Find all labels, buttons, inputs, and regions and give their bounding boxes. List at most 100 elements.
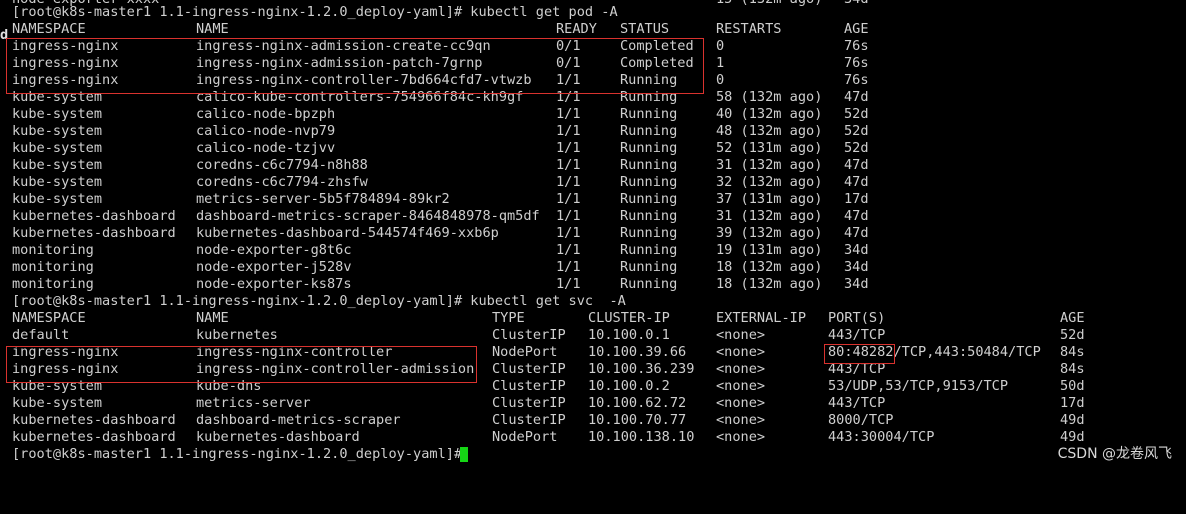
cell-ready: 1/1 bbox=[556, 259, 581, 275]
cell-status: Running bbox=[620, 157, 678, 173]
cell-namespace: monitoring bbox=[12, 259, 94, 275]
cell-type: ClusterIP bbox=[492, 361, 566, 377]
cell-name: ingress-nginx-admission-patch-7grnp bbox=[196, 55, 483, 71]
cell-status: Running bbox=[620, 191, 678, 207]
col-ready: READY bbox=[556, 21, 597, 37]
cell-restarts: 18 (132m ago) bbox=[716, 276, 823, 292]
cell-age: 34d bbox=[844, 276, 869, 292]
cell-restarts: 0 bbox=[716, 38, 725, 54]
pods-table-header: NAMESPACE NAME READY STATUS RESTARTS AGE bbox=[0, 21, 1186, 38]
table-row: default kubernetes ClusterIP 10.100.0.1 <non… bbox=[0, 327, 1186, 344]
cell-ports: 443/TCP bbox=[828, 395, 886, 411]
cell-cluster-ip: 10.100.0.1 bbox=[588, 327, 670, 343]
cell-namespace: monitoring bbox=[12, 242, 94, 258]
cell-namespace: kube-system bbox=[12, 191, 103, 207]
cell-restarts: 19 (131m ago) bbox=[716, 242, 823, 258]
cell-ready: 1/1 bbox=[556, 191, 581, 207]
col-namespace: NAMESPACE bbox=[12, 310, 86, 326]
cell-cluster-ip: 10.100.62.72 bbox=[588, 395, 687, 411]
cell-status: Running bbox=[620, 225, 678, 241]
col-name: NAME bbox=[196, 310, 229, 326]
col-age: AGE bbox=[844, 21, 869, 37]
cell-status: Completed bbox=[620, 38, 694, 54]
table-row: kube-system calico-node-nvp79 1/1 Running 48… bbox=[0, 123, 1186, 140]
cell-ready: 1/1 bbox=[556, 157, 581, 173]
table-row: ingress-nginx ingress-nginx-admission-cre… bbox=[0, 38, 1186, 55]
cell-name: calico-node-tzjvv bbox=[196, 140, 336, 156]
cell-name: ingress-nginx-controller-admission bbox=[196, 361, 475, 377]
table-row: ingress-nginx ingress-nginx-controller Nod… bbox=[0, 344, 1186, 361]
table-row: kube-system calico-kube-controllers-75496… bbox=[0, 89, 1186, 106]
cell-ready: 1/1 bbox=[556, 72, 581, 88]
table-row: kubernetes-dashboard kubernetes-dashboard… bbox=[0, 429, 1186, 446]
cell-status: Running bbox=[620, 208, 678, 224]
cell-age: 52d bbox=[844, 123, 869, 139]
terminal-window[interactable]: node-exporter-xxxx 15 (132m ago) 34d d [… bbox=[0, 0, 1186, 473]
cell-type: ClusterIP bbox=[492, 327, 566, 343]
cell-external-ip: <none> bbox=[716, 412, 766, 428]
cell-namespace: default bbox=[12, 327, 70, 343]
cell-name: calico-node-nvp79 bbox=[196, 123, 336, 139]
cell-name: dashboard-metrics-scraper bbox=[196, 412, 401, 428]
cell-namespace: kube-system bbox=[12, 123, 103, 139]
col-namespace: NAMESPACE bbox=[12, 21, 86, 37]
cell-status: Running bbox=[620, 72, 678, 88]
cell-restarts: 52 (131m ago) bbox=[716, 140, 823, 156]
cell-ports: 443:30004/TCP bbox=[828, 429, 935, 445]
cell-external-ip: <none> bbox=[716, 344, 766, 360]
cell-age: 47d bbox=[844, 208, 869, 224]
cell-namespace: ingress-nginx bbox=[12, 38, 119, 54]
col-external-ip: EXTERNAL-IP bbox=[716, 310, 807, 326]
cell-type: ClusterIP bbox=[492, 395, 566, 411]
command-line-current[interactable]: [root@k8s-master1 1.1-ingress-nginx-1.2.… bbox=[0, 446, 1186, 463]
cell-ports: 443/TCP bbox=[828, 361, 886, 377]
cell-restarts: 37 (131m ago) bbox=[716, 191, 823, 207]
table-row: kube-system kube-dns ClusterIP 10.100.0.2 <n… bbox=[0, 378, 1186, 395]
cell-restarts: 18 (132m ago) bbox=[716, 259, 823, 275]
cell-restarts: 31 (132m ago) bbox=[716, 157, 823, 173]
current-prompt: [root@k8s-master1 1.1-ingress-nginx-1.2.… bbox=[12, 446, 471, 462]
cell-status: Running bbox=[620, 140, 678, 156]
table-row: kube-system coredns-c6c7794-zhsfw 1/1 Runni… bbox=[0, 174, 1186, 191]
cell-namespace: monitoring bbox=[12, 276, 94, 292]
cell-name: node-exporter-g8t6c bbox=[196, 242, 352, 258]
cell-name: kube-dns bbox=[196, 378, 262, 394]
cell-external-ip: <none> bbox=[716, 429, 766, 445]
cell-age: 76s bbox=[844, 38, 869, 54]
cell-ready: 0/1 bbox=[556, 38, 581, 54]
cell-status: Running bbox=[620, 276, 678, 292]
cell-namespace: kube-system bbox=[12, 106, 103, 122]
watermark: CSDN @龙卷风飞 bbox=[1057, 446, 1172, 462]
col-status: STATUS bbox=[620, 21, 670, 37]
cell-status: Running bbox=[620, 123, 678, 139]
cell-restarts: 32 (132m ago) bbox=[716, 174, 823, 190]
cell-namespace: kubernetes-dashboard bbox=[12, 429, 176, 445]
table-row: ingress-nginx ingress-nginx-controller-ad… bbox=[0, 361, 1186, 378]
col-type: TYPE bbox=[492, 310, 525, 326]
cell-namespace: ingress-nginx bbox=[12, 55, 119, 71]
cell-external-ip: <none> bbox=[716, 361, 766, 377]
cell-name: ingress-nginx-admission-create-cc9qn bbox=[196, 38, 491, 54]
table-row: monitoring node-exporter-g8t6c 1/1 Running 1… bbox=[0, 242, 1186, 259]
cell-age: 47d bbox=[844, 157, 869, 173]
cell-name: node-exporter-j528v bbox=[196, 259, 352, 275]
cell-ready: 1/1 bbox=[556, 106, 581, 122]
cell-restarts: 48 (132m ago) bbox=[716, 123, 823, 139]
cell-age: 47d bbox=[844, 89, 869, 105]
table-row: kube-system calico-node-tzjvv 1/1 Running 52… bbox=[0, 140, 1186, 157]
table-row: kubernetes-dashboard kubernetes-dashboard… bbox=[0, 225, 1186, 242]
table-row: kube-system metrics-server ClusterIP 10.100… bbox=[0, 395, 1186, 412]
cell-ready: 1/1 bbox=[556, 242, 581, 258]
cell-name: calico-kube-controllers-754966f84c-kh9gf bbox=[196, 89, 524, 105]
col-age: AGE bbox=[1060, 310, 1085, 326]
cell-restarts: 58 (132m ago) bbox=[716, 89, 823, 105]
cell-age: 76s bbox=[844, 55, 869, 71]
col-ports: PORT(S) bbox=[828, 310, 886, 326]
cell-name: node-exporter-ks87s bbox=[196, 276, 352, 292]
cell-external-ip: <none> bbox=[716, 395, 766, 411]
cell-name: coredns-c6c7794-n8h88 bbox=[196, 157, 368, 173]
command-line-pods: [root@k8s-master1 1.1-ingress-nginx-1.2.… bbox=[0, 4, 1186, 21]
cell-namespace: kube-system bbox=[12, 395, 103, 411]
col-cluster-ip: CLUSTER-IP bbox=[588, 310, 670, 326]
table-row: kubernetes-dashboard dashboard-metrics-sc… bbox=[0, 412, 1186, 429]
